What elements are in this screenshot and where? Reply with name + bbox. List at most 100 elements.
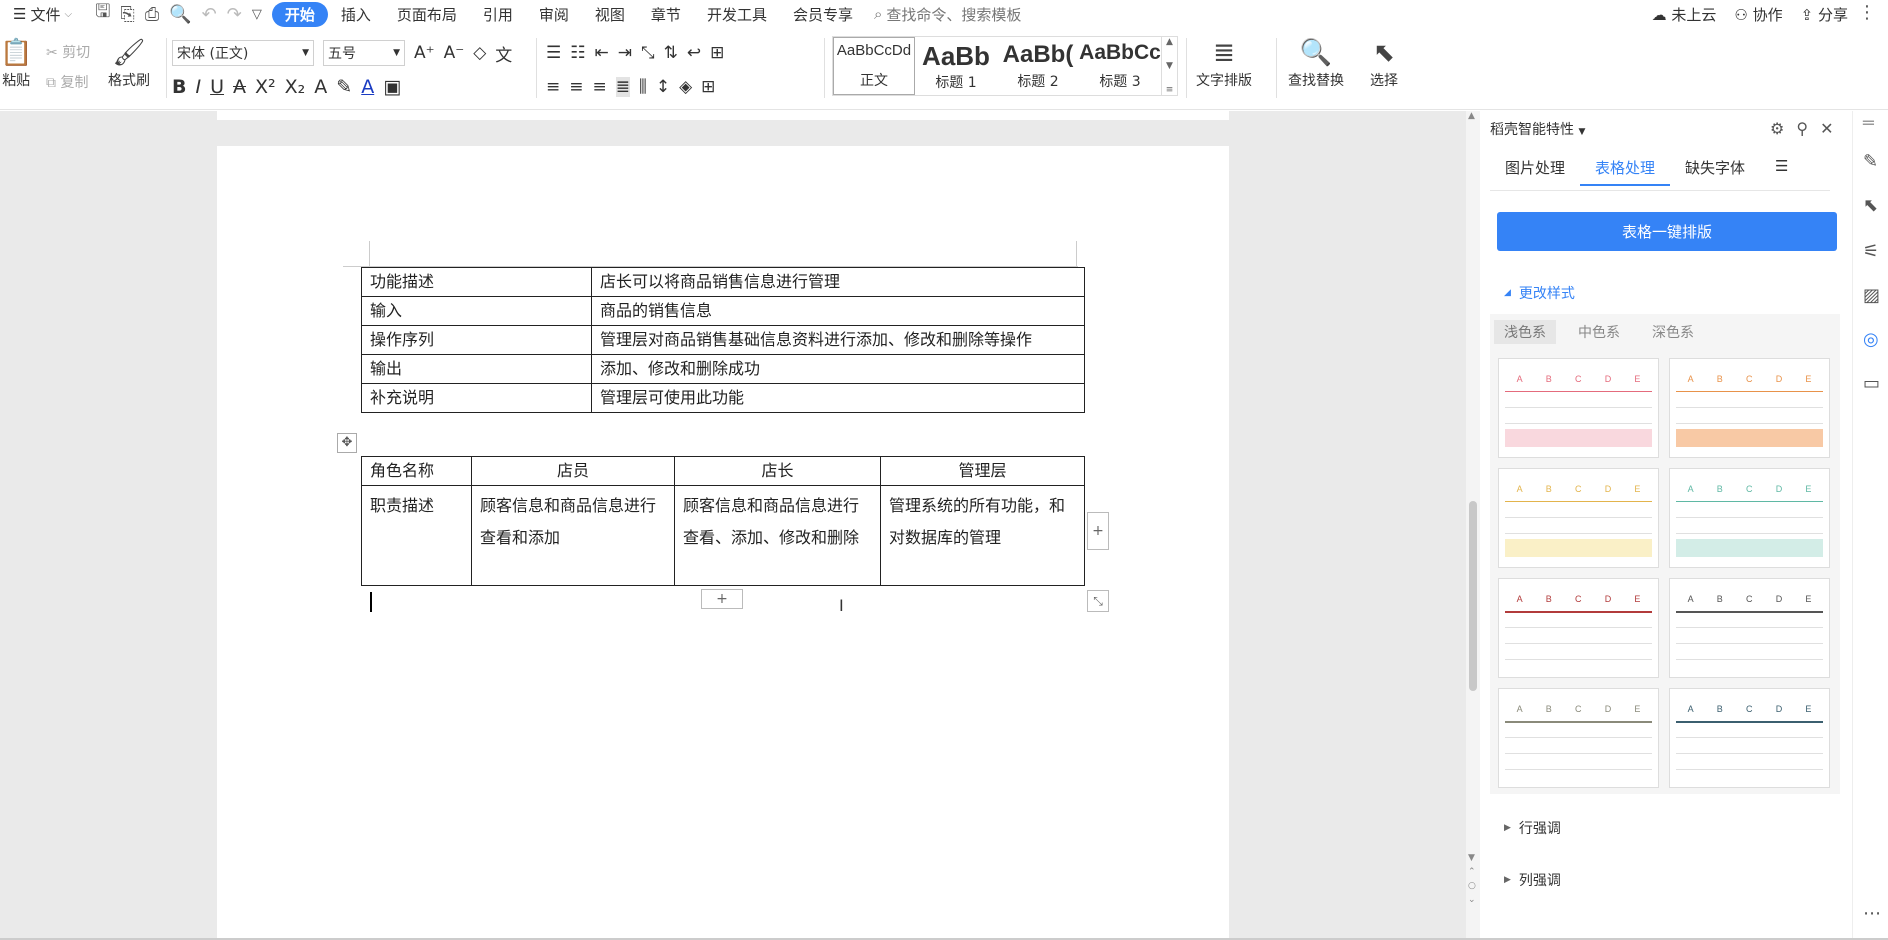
ruler-icon[interactable]: ⊞ xyxy=(710,43,724,63)
style-heading-1[interactable]: AaBb 标题 1 xyxy=(915,37,997,95)
table-style-thumbnail[interactable]: A B C D E xyxy=(1669,578,1830,678)
text-layout-button[interactable]: ≣ 文字排版 xyxy=(1196,36,1252,90)
strikethrough-icon[interactable]: A xyxy=(233,76,246,98)
function-table[interactable]: 功能描述 店长可以将商品销售信息进行管理 输入 商品的销售信息 操作序列 管理层对商品销售… xyxy=(361,267,1085,413)
table-style-thumbnail[interactable]: A B C D E xyxy=(1669,358,1830,458)
tab-image-processing[interactable]: 图片处理 xyxy=(1490,151,1580,186)
cut-button[interactable]: ✂ 剪切 xyxy=(46,38,90,68)
table-style-thumbnail[interactable]: A B C D E xyxy=(1669,468,1830,568)
table-move-handle-icon[interactable]: ✥ xyxy=(337,433,357,453)
one-click-table-format-button[interactable]: 表格一键排版 xyxy=(1497,212,1837,251)
text-effect-icon[interactable]: A xyxy=(314,76,327,98)
save-icon[interactable]: 🖫 xyxy=(95,0,110,29)
select-button[interactable]: ⬉ 选择 xyxy=(1370,36,1398,90)
command-search[interactable]: ⌕ 查找命令、搜索模板 xyxy=(874,4,1021,25)
bullets-icon[interactable]: ☰ xyxy=(546,43,561,63)
grow-font-icon[interactable]: A⁺ xyxy=(414,43,435,63)
distribute-icon[interactable]: ⫼ xyxy=(639,77,647,97)
page-nav-icons[interactable]: ▼ ⌃ ○ ⌄ xyxy=(1468,851,1476,907)
sort-icon[interactable]: ⇅ xyxy=(664,43,678,63)
line-spacing-icon[interactable]: ↕ xyxy=(656,77,670,97)
decrease-indent-icon[interactable]: ⇤ xyxy=(595,43,609,63)
justify-icon[interactable]: ≣ xyxy=(615,77,630,97)
tab-member[interactable]: 会员专享 xyxy=(780,4,866,25)
tab-view[interactable]: 视图 xyxy=(582,4,638,25)
body-cell[interactable]: 顾客信息和商品信息进行查看、添加、修改和删除 xyxy=(674,485,881,586)
header-cell[interactable]: 管理层 xyxy=(880,456,1085,486)
row-value-cell[interactable]: 添加、修改和删除成功 xyxy=(591,354,1085,384)
body-cell[interactable]: 顾客信息和商品信息进行查看和添加 xyxy=(471,485,675,586)
style-normal[interactable]: AaBbCcDd 正文 xyxy=(833,37,915,95)
bold-icon[interactable]: B xyxy=(172,76,186,98)
customize-icon[interactable]: ▽ xyxy=(252,7,262,22)
close-icon[interactable]: ✕ xyxy=(1820,119,1833,138)
style-heading-2[interactable]: AaBb(标题 2 xyxy=(997,37,1079,95)
body-cell[interactable]: 职责描述 xyxy=(361,485,472,586)
scroll-up-icon[interactable]: ▲ xyxy=(1468,111,1475,121)
sliders-icon[interactable]: ⚟ xyxy=(1863,241,1879,262)
find-replace-button[interactable]: 🔍 查找替换 xyxy=(1288,36,1344,90)
tab-home[interactable]: 开始 xyxy=(271,1,328,27)
shrink-font-icon[interactable]: A⁻ xyxy=(444,43,465,63)
print-icon[interactable]: ⎙ xyxy=(145,4,159,25)
document-page[interactable]: 功能描述 店长可以将商品销售信息进行管理 输入 商品的销售信息 操作序列 管理层对商品销售… xyxy=(217,146,1229,940)
font-size-select[interactable]: 五号 ▼ xyxy=(323,40,405,66)
share-button[interactable]: ⇪ 分享 xyxy=(1801,4,1848,25)
subscript-icon[interactable]: X₂ xyxy=(285,76,306,98)
tab-review[interactable]: 审阅 xyxy=(526,4,582,25)
scheme-medium[interactable]: 中色系 xyxy=(1568,320,1630,344)
borders-icon[interactable]: ⊞ xyxy=(701,77,715,97)
tab-insert[interactable]: 插入 xyxy=(328,4,384,25)
book-icon[interactable]: ▭ xyxy=(1863,373,1880,394)
print-preview-icon[interactable]: 🔍 xyxy=(169,4,191,25)
change-style-toggle[interactable]: ◢ 更改样式 xyxy=(1504,283,1575,303)
cloud-status[interactable]: ☁ 未上云 xyxy=(1652,4,1717,25)
highlight-icon[interactable]: ✎ xyxy=(336,76,352,98)
table-style-thumbnail[interactable]: A B C D E xyxy=(1498,578,1659,678)
col-emphasis-toggle[interactable]: ▶ 列强调 xyxy=(1504,870,1561,890)
scheme-dark[interactable]: 深色系 xyxy=(1642,320,1704,344)
table-style-thumbnail[interactable]: A B C D E xyxy=(1498,358,1659,458)
row-label-cell[interactable]: 功能描述 xyxy=(361,267,592,297)
menu-icon[interactable]: ☰ xyxy=(1760,151,1803,186)
italic-icon[interactable]: I xyxy=(195,76,201,98)
row-value-cell[interactable]: 店长可以将商品销售信息进行管理 xyxy=(591,267,1085,297)
add-row-icon[interactable]: + xyxy=(701,589,743,609)
settings-icon[interactable]: ⚙ xyxy=(1770,119,1784,138)
text-direction-icon[interactable]: ⤡ xyxy=(641,43,655,63)
tab-missing-fonts[interactable]: 缺失字体 xyxy=(1670,151,1760,186)
row-value-cell[interactable]: 商品的销售信息 xyxy=(591,296,1085,326)
phonetic-icon[interactable]: 文 xyxy=(495,41,512,66)
row-label-cell[interactable]: 输出 xyxy=(361,354,592,384)
header-cell[interactable]: 店长 xyxy=(674,456,881,486)
char-border-icon[interactable]: ▣ xyxy=(383,76,401,98)
tab-references[interactable]: 引用 xyxy=(470,4,526,25)
row-label-cell[interactable]: 操作序列 xyxy=(361,325,592,355)
format-painter-button[interactable]: 🖌 格式刷 xyxy=(108,36,150,90)
body-cell[interactable]: 管理系统的所有功能，和对数据库的管理 xyxy=(880,485,1085,586)
pin-icon[interactable]: ⚲ xyxy=(1796,119,1808,138)
clear-format-icon[interactable]: ◇ xyxy=(473,43,486,63)
font-name-select[interactable]: 宋体 (正文) ▼ xyxy=(172,40,314,66)
table-style-thumbnail[interactable]: A B C D E xyxy=(1498,468,1659,568)
row-emphasis-toggle[interactable]: ▶ 行强调 xyxy=(1504,818,1561,838)
line-break-icon[interactable]: ↩ xyxy=(687,43,701,63)
scroll-thumb[interactable] xyxy=(1469,501,1477,691)
align-center-icon[interactable]: ≡ xyxy=(569,77,583,97)
row-label-cell[interactable]: 输入 xyxy=(361,296,592,326)
row-label-cell[interactable]: 补充说明 xyxy=(361,383,592,413)
smart-features-icon[interactable]: ◎ xyxy=(1863,329,1879,350)
numbering-icon[interactable]: ☷ xyxy=(570,43,585,63)
pointer-icon[interactable]: ⬉ xyxy=(1863,195,1878,216)
table-style-thumbnail[interactable]: A B C D E xyxy=(1498,688,1659,788)
increase-indent-icon[interactable]: ⇥ xyxy=(618,43,632,63)
style-scroll[interactable]: ▲ ▼ ≡ xyxy=(1161,37,1177,95)
image-icon[interactable]: ▨ xyxy=(1863,285,1880,306)
paste-button[interactable]: 📋 粘贴 xyxy=(0,36,32,90)
tab-table-processing[interactable]: 表格处理 xyxy=(1580,151,1671,186)
style-heading-3[interactable]: AaBbCc 标题 3 xyxy=(1079,37,1161,95)
tab-section[interactable]: 章节 xyxy=(638,4,694,25)
tab-page-layout[interactable]: 页面布局 xyxy=(384,4,470,25)
align-left-icon[interactable]: ≡ xyxy=(546,77,560,97)
pen-icon[interactable]: ✎ xyxy=(1863,151,1878,172)
